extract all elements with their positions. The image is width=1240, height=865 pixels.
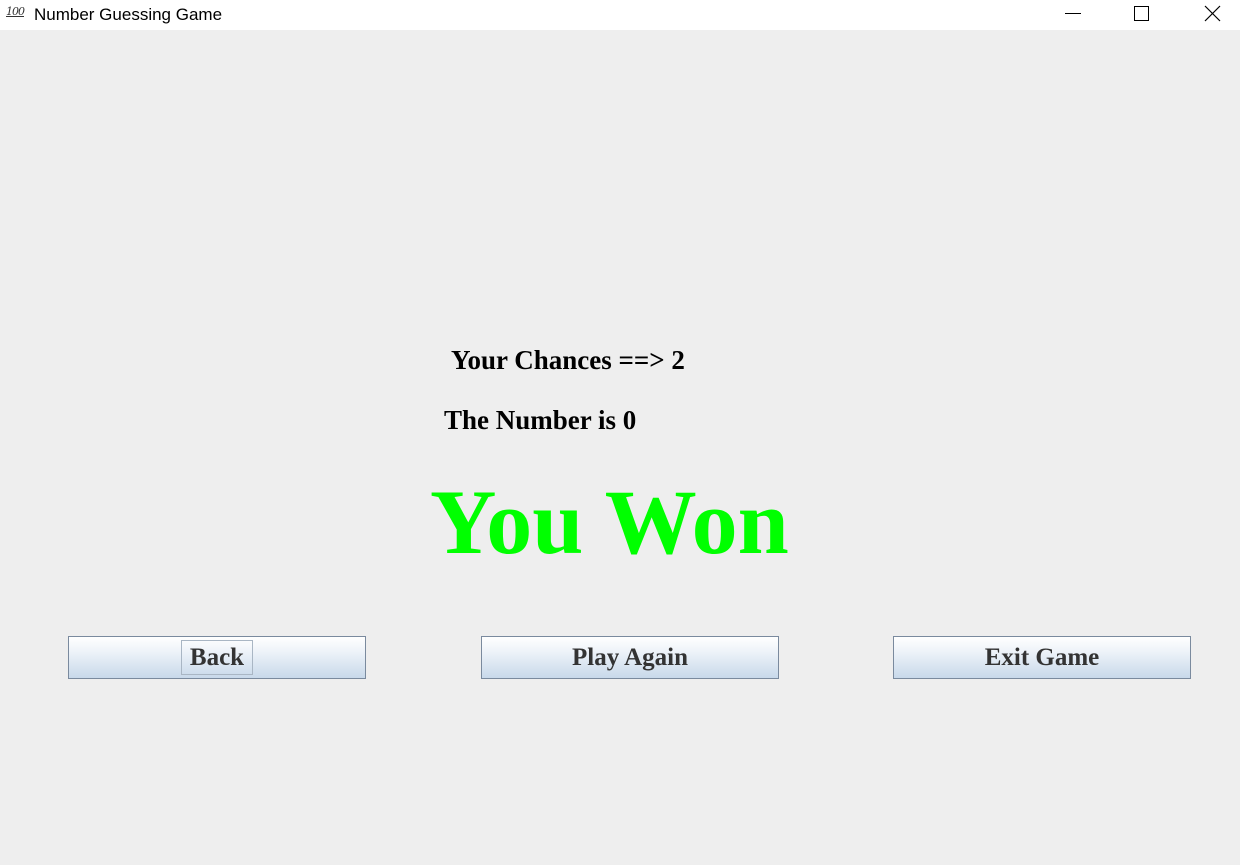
- number-label: The Number is 0: [444, 405, 637, 435]
- window-title: Number Guessing Game: [34, 5, 223, 24]
- play-again-button[interactable]: Play Again: [481, 636, 779, 679]
- chances-label: Your Chances ==> 2: [451, 345, 685, 375]
- exit-game-button-label: Exit Game: [984, 643, 1100, 671]
- hundred-points-icon: 100: [6, 5, 25, 18]
- close-button[interactable]: [1189, 0, 1235, 30]
- back-button[interactable]: Back: [68, 636, 366, 679]
- title-bar: 100 Number Guessing Game: [0, 0, 1240, 30]
- close-icon: [1204, 5, 1221, 22]
- back-button-label: Back: [180, 640, 254, 675]
- minimize-button[interactable]: [1050, 0, 1096, 30]
- maximize-button[interactable]: [1118, 0, 1164, 30]
- result-message: You Won: [430, 471, 789, 573]
- maximize-icon: [1134, 6, 1149, 21]
- minimize-icon: [1065, 13, 1081, 14]
- exit-game-button[interactable]: Exit Game: [893, 636, 1191, 679]
- play-again-button-label: Play Again: [572, 643, 688, 671]
- app-window: 100 Number Guessing Game Your Chances ==…: [0, 0, 1240, 865]
- game-panel: Your Chances ==> 2 The Number is 0 You W…: [0, 36, 1240, 865]
